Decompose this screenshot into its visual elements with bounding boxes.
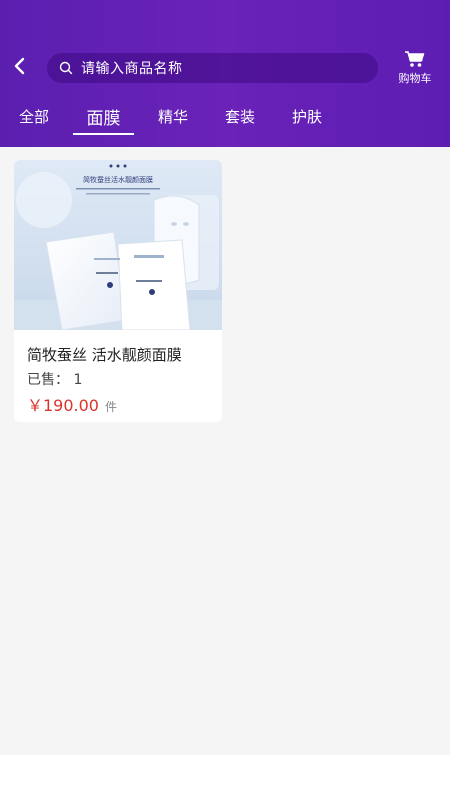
product-price: ￥190.00 xyxy=(27,396,99,415)
search-icon xyxy=(59,61,73,75)
search-placeholder: 请输入商品名称 xyxy=(81,61,183,77)
category-tabs: 全部 面膜 精华 套装 护肤 xyxy=(0,97,450,137)
tab-all[interactable]: 全部 xyxy=(14,97,54,135)
cart-label: 购物车 xyxy=(398,72,432,85)
tab-skincare[interactable]: 护肤 xyxy=(287,97,327,135)
back-button[interactable] xyxy=(6,52,34,80)
product-sold: 已售： 1 xyxy=(27,369,82,389)
cart-icon xyxy=(405,51,425,67)
sold-label: 已售： xyxy=(27,372,69,388)
product-image-caption: 简牧蚕丝活水靓颜面膜 xyxy=(83,175,153,184)
product-title: 简牧蚕丝 活水靓颜面膜 xyxy=(27,346,182,364)
product-unit: 件 xyxy=(105,400,118,414)
bottom-area xyxy=(0,755,450,800)
price-row: ￥190.00 件 xyxy=(27,392,117,416)
sold-count: 1 xyxy=(73,372,83,388)
product-image: 简牧蚕丝活水靓颜面膜 xyxy=(14,160,222,330)
tab-essence[interactable]: 精华 xyxy=(153,97,193,135)
cart-button[interactable]: 购物车 xyxy=(394,50,436,86)
tab-mask[interactable]: 面膜 xyxy=(73,97,134,135)
header-bar: 请输入商品名称 购物车 全部 面膜 精华 套装 护肤 xyxy=(0,0,450,147)
active-tab-indicator xyxy=(73,133,134,135)
search-input[interactable]: 请输入商品名称 xyxy=(47,53,378,83)
chevron-left-icon xyxy=(14,57,25,75)
product-card[interactable]: 简牧蚕丝活水靓颜面膜 简牧蚕丝 活水靓颜面膜 已售： 1 ￥190.00 件 xyxy=(14,160,222,422)
tab-set[interactable]: 套装 xyxy=(220,97,260,135)
